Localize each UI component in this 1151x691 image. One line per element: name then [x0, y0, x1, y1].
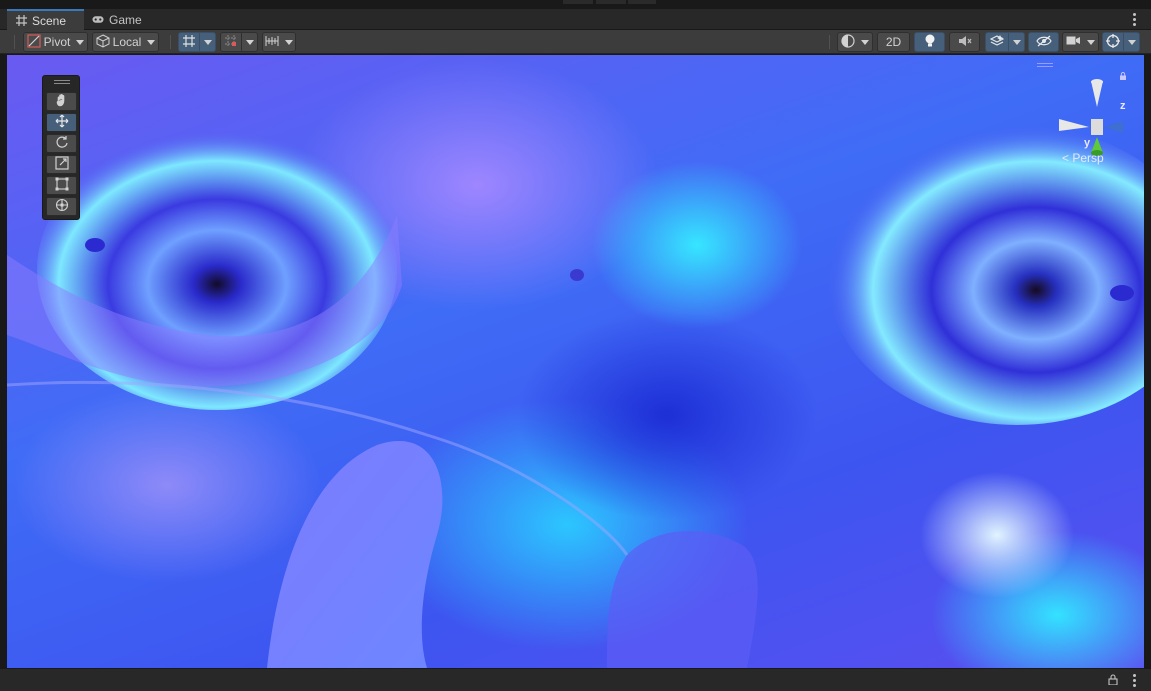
2d-label: 2D — [885, 35, 902, 49]
increment-snap-dropdown[interactable] — [241, 32, 258, 52]
rect-transform-icon — [55, 177, 69, 194]
grid-icon — [15, 15, 27, 27]
pivot-dropdown[interactable]: Pivot — [23, 32, 88, 52]
gizmo-z-cone[interactable] — [1105, 121, 1123, 133]
scale-icon — [54, 156, 69, 173]
scene-render — [7, 125, 1144, 668]
gizmo-center-cube[interactable] — [1091, 119, 1103, 135]
gizmo-icon — [1106, 33, 1120, 51]
gamepad-icon — [92, 14, 104, 26]
more-options-icon[interactable] — [1129, 10, 1139, 28]
scene-toolbar: Pivot Local 2D — [0, 30, 1151, 54]
surface-dot — [1110, 285, 1134, 301]
grid-snapping-dropdown[interactable] — [199, 32, 216, 52]
toolbar-separator — [170, 35, 171, 49]
rotate-icon — [55, 135, 69, 152]
grid-snap-icon — [182, 34, 196, 51]
scene-visibility-toggle[interactable] — [1028, 32, 1059, 52]
gizmos-toggle-button[interactable] — [1102, 32, 1124, 52]
tab-game-label: Game — [109, 12, 142, 27]
top-strip-segment — [563, 0, 593, 4]
tab-scene-label: Scene — [32, 13, 67, 28]
camera-icon — [1066, 35, 1081, 49]
chevron-down-icon — [1012, 39, 1021, 45]
ruler-icon — [265, 35, 279, 50]
chevron-down-icon — [147, 39, 156, 45]
local-label: Local — [112, 35, 142, 49]
toolbar-separator — [14, 35, 15, 49]
eye-hidden-icon — [1035, 35, 1052, 50]
tools-overlay — [42, 75, 80, 220]
status-bar — [0, 668, 1151, 691]
hand-icon — [55, 93, 69, 110]
top-strip-segment — [628, 0, 656, 4]
overlay-menu-icon[interactable] — [1037, 63, 1053, 67]
top-strip-segment — [596, 0, 626, 4]
snap-grid-icon — [224, 34, 238, 51]
surface-dot — [570, 269, 584, 281]
drag-handle-icon[interactable] — [54, 80, 70, 84]
chevron-down-icon — [245, 39, 254, 45]
scene-viewport[interactable]: z y < Persp — [7, 55, 1144, 668]
shaded-sphere-icon — [841, 33, 855, 51]
foreground-blob — [267, 441, 443, 668]
effects-layers-icon — [989, 34, 1005, 51]
foreground-mound — [607, 531, 758, 668]
local-dropdown[interactable]: Local — [92, 32, 159, 52]
draw-mode-dropdown[interactable] — [837, 32, 873, 52]
window-top-strip — [0, 0, 1151, 9]
increment-snap-button[interactable] — [220, 32, 242, 52]
move-tool-button[interactable] — [46, 113, 77, 132]
effects-dropdown[interactable] — [1008, 32, 1025, 52]
transform-icon — [55, 198, 69, 215]
tab-scene[interactable]: Scene — [7, 9, 84, 30]
lighting-toggle-button[interactable] — [914, 32, 945, 52]
surface-dot — [85, 238, 105, 252]
projection-label: Persp — [1072, 151, 1104, 165]
camera-settings-dropdown[interactable] — [1062, 32, 1099, 52]
chevron-down-icon — [76, 39, 85, 45]
more-options-icon[interactable] — [1129, 671, 1139, 689]
tab-bar: Scene Game — [0, 9, 1151, 30]
transform-tool-button[interactable] — [46, 197, 77, 216]
tab-game[interactable]: Game — [84, 9, 150, 30]
move-arrows-icon — [55, 114, 69, 131]
lock-icon[interactable] — [1108, 674, 1118, 688]
ruler-settings-dropdown[interactable] — [262, 32, 296, 52]
gizmo-z-label: z — [1120, 100, 1126, 112]
lightbulb-icon — [924, 34, 936, 51]
hand-tool-button[interactable] — [46, 92, 77, 111]
effects-toggle-button[interactable] — [985, 32, 1009, 52]
speaker-muted-icon — [958, 35, 972, 50]
cube-icon — [96, 33, 110, 51]
chevron-down-icon — [1127, 39, 1136, 45]
chevron-left-icon: < — [1062, 151, 1070, 165]
toolbar-separator — [829, 35, 830, 49]
chevron-down-icon — [1087, 39, 1095, 45]
chevron-down-icon — [285, 39, 293, 45]
rect-tool-button[interactable] — [46, 176, 77, 195]
gizmo-x-neg-cone[interactable] — [1059, 119, 1089, 131]
pivot-icon — [27, 33, 41, 51]
gizmos-dropdown[interactable] — [1123, 32, 1140, 52]
projection-toggle[interactable]: < Persp — [1062, 151, 1104, 165]
chevron-down-icon — [203, 39, 212, 45]
scale-tool-button[interactable] — [46, 155, 77, 174]
gizmo-y-label: y — [1084, 137, 1091, 149]
chevron-down-icon — [861, 39, 869, 45]
audio-toggle-button[interactable] — [949, 32, 980, 52]
pivot-label: Pivot — [43, 35, 71, 49]
grid-snapping-button[interactable] — [178, 32, 200, 52]
rotate-tool-button[interactable] — [46, 134, 77, 153]
2d-toggle-button[interactable]: 2D — [877, 32, 910, 52]
